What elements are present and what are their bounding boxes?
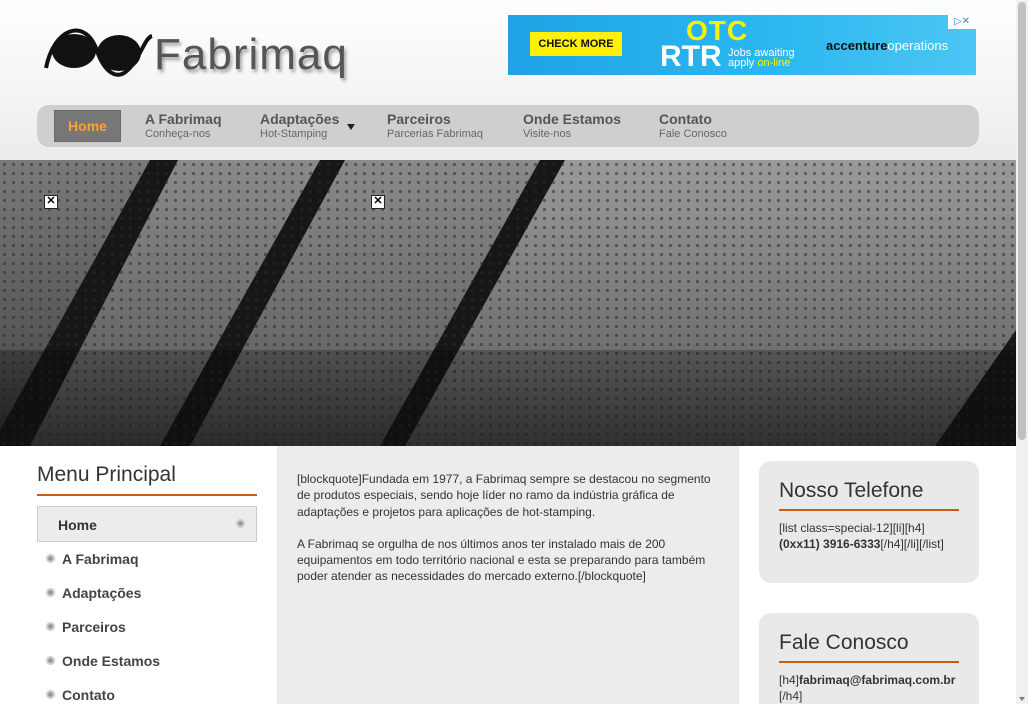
ad-choices-close-icon[interactable]: ▷✕ xyxy=(948,15,976,29)
nav-item-home[interactable]: Home xyxy=(54,110,121,142)
ad-jobs-line2b: on-line xyxy=(757,57,791,69)
broken-image-icon: ✕ xyxy=(44,195,58,209)
sidebar-item-adaptacoes[interactable]: Adaptações xyxy=(62,585,141,601)
bullet-icon xyxy=(46,554,55,563)
broken-image-icon: ✕ xyxy=(371,195,385,209)
scroll-down-icon[interactable] xyxy=(1019,697,1025,701)
phone-number[interactable]: (0xx11) 3916-6333 xyxy=(779,537,880,551)
bullet-icon xyxy=(46,588,55,597)
hero-banner: ✕ ✕ xyxy=(0,160,1016,446)
sidebar-title: Menu Principal xyxy=(37,463,176,486)
ad-brand-a: accenture xyxy=(826,38,888,53)
ad-jobs-line2a: apply xyxy=(728,57,755,69)
title-divider xyxy=(779,661,959,663)
ad-jobs-text: Jobs awaiting apply on-line xyxy=(728,48,795,69)
title-divider xyxy=(779,509,959,511)
site-header: Fabrimaq CHECK MORE OTC RTR Jobs awaitin… xyxy=(0,0,1016,160)
about-paragraph-1: [blockquote]Fundada em 1977, a Fabrimaq … xyxy=(297,472,711,519)
nav-subtitle: Visite-nos xyxy=(523,128,572,140)
sidebar-item-onde-estamos[interactable]: Onde Estamos xyxy=(62,653,160,669)
scrollbar-thumb[interactable] xyxy=(1018,2,1026,440)
contact-card: Fale Conosco [h4]fabrimaq@fabrimaq.com.b… xyxy=(759,613,979,704)
bullet-icon xyxy=(46,690,55,699)
nav-subtitle: Fale Conosco xyxy=(659,128,727,140)
nav-title: Parceiros xyxy=(387,111,451,127)
title-divider xyxy=(37,494,257,496)
nav-item-a-fabrimaq[interactable]: A Fabrimaq Conheça-nos xyxy=(145,111,222,140)
phone-card: Nosso Telefone [list class=special-12][l… xyxy=(759,461,979,583)
nav-item-contato[interactable]: Contato Fale Conosco xyxy=(659,111,727,140)
ad-check-more-button[interactable]: CHECK MORE xyxy=(530,32,622,56)
page-scrollbar[interactable] xyxy=(1016,0,1028,704)
sidebar-item-label: Home xyxy=(58,517,97,533)
nav-item-onde-estamos[interactable]: Onde Estamos Visite-nos xyxy=(523,111,621,140)
sidebar-item-home[interactable]: Home xyxy=(37,506,257,542)
bullet-icon xyxy=(46,656,55,665)
ad-headline-bottom: RTR xyxy=(660,40,722,73)
nav-title: Adaptações xyxy=(260,111,340,127)
about-text: [blockquote]Fundada em 1977, a Fabrimaq … xyxy=(297,471,717,601)
phone-card-title: Nosso Telefone xyxy=(779,479,924,502)
logo-text: Fabrimaq xyxy=(154,30,348,79)
ad-brand-b: operations xyxy=(887,38,949,53)
main-nav: Home A Fabrimaq Conheça-nos Adaptações H… xyxy=(37,105,979,147)
nav-title: Onde Estamos xyxy=(523,111,622,127)
ad-banner[interactable]: CHECK MORE OTC RTR Jobs awaiting apply o… xyxy=(508,15,976,75)
sidebar-item-a-fabrimaq[interactable]: A Fabrimaq xyxy=(62,551,139,567)
ad-brand: accentureoperations xyxy=(826,38,948,53)
phone-prefix: [list class=special-12][li][h4] xyxy=(779,521,925,535)
nav-subtitle: Hot-Stamping xyxy=(260,128,328,140)
bullet-icon xyxy=(236,519,245,528)
bullet-icon xyxy=(46,622,55,631)
main-content: [blockquote]Fundada em 1977, a Fabrimaq … xyxy=(277,446,739,704)
nav-title: Contato xyxy=(659,111,712,127)
email-prefix: [h4] xyxy=(779,673,800,687)
sidebar-item-parceiros[interactable]: Parceiros xyxy=(62,619,126,635)
nav-subtitle: Parcerias Fabrimaq xyxy=(387,128,483,140)
contact-card-title: Fale Conosco xyxy=(779,631,909,654)
dropdown-caret-icon xyxy=(347,124,355,130)
banner-graphic xyxy=(0,160,1016,446)
nav-title: A Fabrimaq xyxy=(145,111,222,127)
sidebar-menu: Menu Principal Home A Fabrimaq Adaptaçõe… xyxy=(0,446,277,704)
phone-suffix: [/h4][/li][/list] xyxy=(880,536,944,551)
nav-item-parceiros[interactable]: Parceiros Parcerias Fabrimaq xyxy=(387,111,483,140)
contact-email[interactable]: fabrimaq@fabrimaq.com.br xyxy=(799,673,955,687)
about-paragraph-2: A Fabrimaq se orgulha de nos últimos ano… xyxy=(297,536,706,584)
sidebar-item-contato[interactable]: Contato xyxy=(62,687,115,703)
site-logo[interactable]: Fabrimaq xyxy=(44,18,347,88)
nav-item-adaptacoes[interactable]: Adaptações Hot-Stamping xyxy=(260,111,355,140)
phone-card-body: [list class=special-12][li][h4] (0xx11) … xyxy=(779,521,964,552)
email-suffix: [/h4] xyxy=(779,688,803,703)
right-column: Nosso Telefone [list class=special-12][l… xyxy=(739,446,1016,704)
nav-subtitle: Conheça-nos xyxy=(145,128,211,140)
contact-card-body: [h4]fabrimaq@fabrimaq.com.br [/h4] xyxy=(779,673,964,704)
glasses-logo-icon xyxy=(44,28,154,77)
